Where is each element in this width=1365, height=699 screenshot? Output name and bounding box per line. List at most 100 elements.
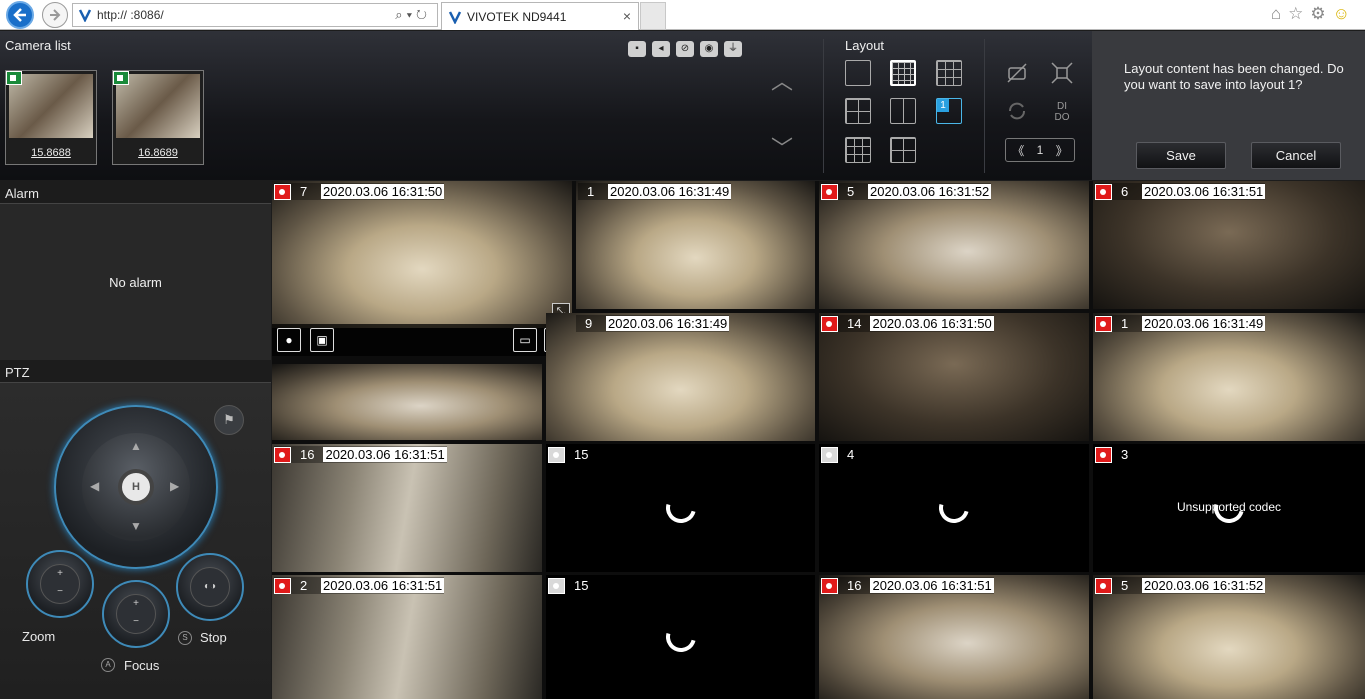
video-tile[interactable]: 1 2020.03.06 16:31:49 <box>1093 313 1365 441</box>
save-button[interactable]: Save <box>1136 142 1226 169</box>
dome-filter-icon[interactable]: ◉ <box>700 41 718 57</box>
layout-4x4-icon[interactable] <box>890 60 916 86</box>
video-tile[interactable]: 14 2020.03.06 16:31:50 <box>819 313 1089 441</box>
ptz-joystick[interactable]: ▲ ▼ ◀ ▶ H <box>54 405 218 569</box>
fit-screen-icon[interactable]: ▭ <box>513 328 537 352</box>
io-box-filter-icon[interactable]: ⏚ <box>724 41 742 57</box>
browser-toolbar-right: ⌂☆⚙☺ <box>1271 4 1357 24</box>
page-next-icon[interactable]: 》 <box>1056 142 1068 159</box>
video-tile[interactable]: 9 2020.03.06 16:31:49 <box>546 313 815 441</box>
record-icon <box>821 315 838 332</box>
camera-filter-icon[interactable]: ▪ <box>628 41 646 57</box>
video-tile-loading[interactable]: 15 <box>546 575 815 699</box>
video-tile[interactable]: 16 2020.03.06 16:31:51 <box>819 575 1089 699</box>
fullscreen-icon[interactable] <box>1049 60 1075 86</box>
sequence-icon[interactable] <box>1004 98 1030 124</box>
forward-arrow-icon[interactable] <box>42 2 68 28</box>
video-tile-lower[interactable] <box>272 364 542 440</box>
timestamp: 2020.03.06 16:31:51 <box>321 578 445 593</box>
video-tile[interactable]: 5 2020.03.06 16:31:52 <box>819 181 1089 309</box>
ptz-home-button[interactable]: H <box>118 469 154 505</box>
channel-number: 9 <box>585 316 593 331</box>
layout-2x2-alt-icon[interactable] <box>890 137 916 163</box>
pin-icon[interactable]: ● <box>277 328 301 352</box>
address-bar[interactable]: http:// :8086/ ⌕▾↻ <box>72 3 438 27</box>
layout-2x2-icon[interactable] <box>845 98 871 124</box>
stop-control[interactable]: ◐◑ <box>176 553 244 621</box>
zoom-plus-minus-icon[interactable]: + − <box>40 564 80 604</box>
timestamp: 2020.03.06 16:31:49 <box>1142 316 1266 331</box>
vivotek-favicon-icon <box>78 9 92 22</box>
focus-label: Focus <box>124 658 160 673</box>
layout-3x3-icon[interactable] <box>936 60 962 86</box>
home-icon[interactable]: ⌂ <box>1271 4 1288 23</box>
video-tile-loading[interactable]: 15 <box>546 444 815 572</box>
save-layout-dialog: Layout content has been changed. Do you … <box>1092 31 1365 180</box>
camera-live-icon <box>113 71 129 85</box>
layout-title: Layout <box>845 38 885 53</box>
tile-header: 4 <box>821 446 868 463</box>
pan-down-icon[interactable]: ▼ <box>130 519 142 533</box>
camera-thumbnail[interactable]: 15.8688 <box>5 70 97 165</box>
star-icon[interactable]: ☆ <box>1288 4 1310 23</box>
record-icon <box>1095 315 1112 332</box>
video-tile[interactable]: 5 2020.03.06 16:31:52 <box>1093 575 1365 699</box>
ptz-joystick-pad[interactable]: ▲ ▼ ◀ ▶ H <box>82 433 190 541</box>
tile-header: 5 2020.03.06 16:31:52 <box>1095 577 1266 594</box>
ptz-panel-title[interactable]: PTZ <box>0 360 271 383</box>
gear-icon[interactable]: ⚙ <box>1310 4 1332 23</box>
top-toolbar: Camera list 15.8688 16.8689 ▪ ◂ ⊘ ◉ ⏚ ︿ … <box>0 31 1092 180</box>
record-icon <box>548 446 565 463</box>
cancel-button[interactable]: Cancel <box>1251 142 1341 169</box>
video-tile-error[interactable]: 3 Unsupported codec <box>1093 444 1365 572</box>
hide-camera-icon[interactable] <box>1004 60 1030 86</box>
zoom-label: Zoom <box>22 629 56 644</box>
scroll-down-icon[interactable]: ﹀ <box>770 131 794 163</box>
video-tile-loading[interactable]: 4 <box>819 444 1089 572</box>
video-feed <box>546 313 815 441</box>
channel-number: 16 <box>300 447 315 462</box>
fisheye-filter-icon[interactable]: ⊘ <box>676 41 694 57</box>
video-tile-focused[interactable]: 7 2020.03.06 16:31:50 ⤡ <box>272 181 572 328</box>
new-tab-button[interactable] <box>640 2 666 30</box>
layout-1x1-icon[interactable] <box>845 60 871 86</box>
scroll-up-icon[interactable]: ︿ <box>770 64 794 96</box>
layout-3x3-alt-icon[interactable] <box>845 137 871 163</box>
snapshot-icon[interactable]: ▣ <box>310 328 334 352</box>
tab-close-icon[interactable]: × <box>623 8 631 24</box>
focus-plus-minus-icon[interactable]: + − <box>116 594 156 634</box>
preset-flag-icon[interactable]: ⚑ <box>214 405 244 435</box>
browser-tab[interactable]: VIVOTEK ND9441 × <box>441 2 639 30</box>
unsupported-codec-message: Unsupported codec <box>1176 500 1282 514</box>
search-icon[interactable]: ⌕▾↻ <box>395 7 431 23</box>
zoom-control[interactable]: + − <box>26 550 94 618</box>
camera-label[interactable]: 16.8689 <box>113 147 203 159</box>
pan-right-icon[interactable]: ▶ <box>170 479 179 493</box>
video-feed <box>272 181 572 328</box>
camera-label[interactable]: 15.8688 <box>6 147 96 159</box>
smiley-icon[interactable]: ☺ <box>1333 4 1357 23</box>
timestamp: 2020.03.06 16:31:51 <box>870 578 994 593</box>
di-do-icon[interactable]: DI DO <box>1049 98 1075 124</box>
camera-type-filter: ▪ ◂ ⊘ ◉ ⏚ <box>628 41 742 57</box>
page-prev-icon[interactable]: 《 <box>1012 142 1024 159</box>
speed-dome-filter-icon[interactable]: ◂ <box>652 41 670 57</box>
record-icon <box>1095 183 1112 200</box>
pan-up-icon[interactable]: ▲ <box>130 439 142 453</box>
video-tile[interactable]: 2 2020.03.06 16:31:51 <box>272 575 542 699</box>
layout-1plus-icon[interactable] <box>890 98 916 124</box>
pan-left-icon[interactable]: ◀ <box>90 479 99 493</box>
focus-control[interactable]: + − <box>102 580 170 648</box>
page-number: 1 <box>1036 143 1044 157</box>
video-feed <box>819 313 1089 441</box>
video-tile[interactable]: 1 2020.03.06 16:31:49 <box>576 181 815 309</box>
video-tile[interactable]: 6 2020.03.06 16:31:51 <box>1093 181 1365 309</box>
video-tile[interactable]: 16 2020.03.06 16:31:51 <box>272 444 542 572</box>
camera-thumbnail[interactable]: 16.8689 <box>112 70 204 165</box>
address-url: http:// :8086/ <box>97 8 164 22</box>
timestamp: 2020.03.06 16:31:51 <box>323 447 447 462</box>
stop-icon[interactable]: ◐◑ <box>190 567 230 607</box>
custom-layout-icon[interactable]: 1 <box>936 98 962 124</box>
alarm-panel-title[interactable]: Alarm <box>0 181 271 204</box>
back-arrow-icon[interactable] <box>6 1 34 29</box>
